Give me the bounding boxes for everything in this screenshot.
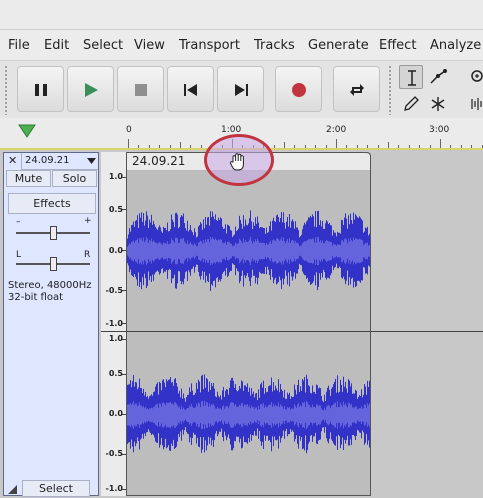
ruler-tick: [122, 374, 126, 375]
hand-cursor-icon: [229, 153, 244, 171]
menu-file[interactable]: File: [8, 38, 30, 53]
track-format: Stereo, 48000Hz: [8, 280, 92, 291]
stop-icon: [135, 84, 147, 96]
ruler-tick: [122, 209, 126, 210]
pan-right-label: R: [84, 250, 91, 260]
ruler-label: 0.5: [108, 205, 123, 214]
skip-end-button[interactable]: [217, 66, 264, 112]
envelope-icon: [430, 69, 447, 84]
ruler-tick: [122, 339, 126, 340]
timeline-tick-label: 2:00: [326, 125, 347, 135]
meter-tool[interactable]: [466, 92, 483, 116]
channel-divider: [101, 331, 483, 332]
skip-start-button[interactable]: [167, 66, 214, 112]
toolbar-grip[interactable]: [4, 65, 9, 115]
draw-tool[interactable]: [399, 92, 423, 116]
chevron-down-icon: [87, 158, 96, 164]
ruler-label: -1.0: [105, 484, 124, 493]
play-icon: [85, 83, 98, 97]
gain-slider-thumb[interactable]: [50, 226, 57, 240]
ruler-tick: [122, 290, 126, 291]
close-track-icon[interactable]: ✕: [8, 154, 17, 167]
audio-clip[interactable]: 24.09.21: [127, 152, 371, 496]
ruler-label: 0.0: [108, 409, 123, 418]
timeline-tick-label: 0: [126, 125, 132, 135]
solo-button[interactable]: Solo: [52, 170, 97, 187]
multi-tool[interactable]: [426, 92, 450, 116]
track-name-menu[interactable]: 24.09.21: [21, 153, 98, 170]
vertical-ruler[interactable]: 1.0 0.5 0.0 -0.5 -1.0 1.0 0.5 0.0 -0.5 -…: [101, 152, 127, 496]
menu-effect[interactable]: Effect: [379, 38, 416, 53]
mute-button[interactable]: Mute: [6, 170, 51, 187]
ruler-label: 0.5: [108, 369, 123, 378]
track-bit-depth: 32-bit float: [8, 292, 64, 303]
track-control-panel: ✕ 24.09.21 Mute Solo Effects – + L R Ste…: [3, 152, 99, 497]
ruler-label: -0.5: [105, 286, 124, 295]
track-name: 24.09.21: [25, 155, 70, 166]
menu-view[interactable]: View: [134, 38, 165, 53]
ruler-tick: [122, 250, 126, 251]
menu-bar: File Edit Select View Transport Tracks G…: [0, 34, 483, 58]
i-beam-icon: [408, 70, 416, 86]
ruler-label: 1.0: [108, 172, 123, 181]
pan-left-label: L: [16, 250, 22, 260]
loop-icon: [350, 84, 364, 96]
pause-icon: [35, 84, 47, 96]
zoom-icon: [471, 70, 483, 82]
ruler-tick: [122, 489, 126, 490]
skip-to-start-icon: [184, 84, 197, 96]
menu-generate[interactable]: Generate: [308, 38, 369, 53]
meter-icon: [471, 98, 482, 110]
pause-button[interactable]: [17, 66, 64, 112]
collapse-icon[interactable]: [8, 485, 17, 494]
loop-button[interactable]: [333, 66, 380, 112]
tools-grip[interactable]: [388, 65, 393, 115]
pan-slider-thumb[interactable]: [50, 257, 57, 271]
timeline-tick: [128, 139, 129, 148]
stop-button[interactable]: [117, 66, 164, 112]
timeline-tick-label: 3:00: [429, 125, 450, 135]
ruler-tick: [122, 323, 126, 324]
menu-edit[interactable]: Edit: [44, 38, 69, 53]
ruler-label: -1.0: [105, 319, 124, 328]
envelope-tool[interactable]: [426, 65, 450, 89]
empty-track-space[interactable]: [371, 152, 483, 496]
ruler-label: 1.0: [108, 334, 123, 343]
asterisk-icon: [431, 97, 445, 111]
menu-tracks[interactable]: Tracks: [254, 38, 295, 53]
select-track-button[interactable]: Select: [22, 480, 90, 497]
effects-button[interactable]: Effects: [8, 193, 96, 214]
gain-plus-label: +: [84, 216, 92, 226]
waveform[interactable]: [127, 153, 370, 497]
menu-analyze[interactable]: Analyze: [430, 38, 481, 53]
skip-to-end-icon: [235, 84, 248, 96]
ruler-label: -0.5: [105, 449, 124, 458]
ruler-label: 0.0: [108, 246, 123, 255]
titlebar-divider: [0, 29, 483, 30]
window-titlebar: [0, 0, 483, 30]
timeline-tick: [440, 139, 441, 148]
ruler-tick: [122, 454, 126, 455]
ruler-tick: [122, 177, 126, 178]
menu-transport[interactable]: Transport: [179, 38, 240, 53]
play-button[interactable]: [67, 66, 114, 112]
gain-minus-label: –: [16, 217, 21, 227]
record-button[interactable]: [275, 66, 322, 112]
ruler-tick: [122, 414, 126, 415]
pencil-icon: [404, 96, 419, 111]
timeline-tick: [336, 139, 337, 148]
toolbar: [0, 60, 483, 120]
zoom-tool[interactable]: [466, 65, 483, 89]
record-icon: [292, 83, 306, 97]
play-head-icon[interactable]: [17, 123, 37, 139]
menu-select[interactable]: Select: [83, 38, 123, 53]
selection-tool[interactable]: [399, 65, 423, 89]
